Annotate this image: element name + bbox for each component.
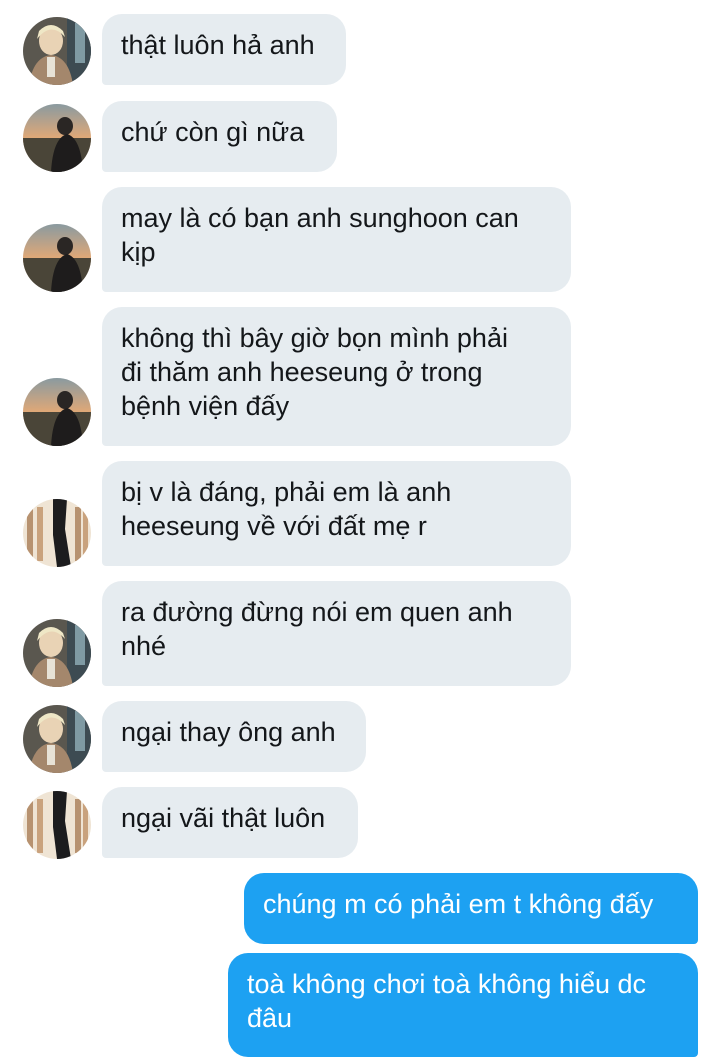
- message-text: không thì bây giờ bọn mình phải: [121, 323, 508, 353]
- message-text: ngại vãi thật luôn: [121, 803, 326, 833]
- avatar-photo-icon: [23, 378, 91, 446]
- message-text: ngại thay ông anh: [121, 717, 336, 747]
- message-bubble[interactable]: may là có bạn anh sunghoon can kịp: [102, 187, 571, 292]
- message-bubble[interactable]: ngại thay ông anh: [102, 701, 366, 772]
- message-bubble[interactable]: bị v là đáng, phải em là anh heeseung về…: [102, 461, 571, 566]
- message-text: nhé: [121, 631, 167, 661]
- message-text: đâu: [247, 1003, 293, 1033]
- message-bubble[interactable]: ngại vãi thật luôn: [102, 787, 358, 858]
- avatar[interactable]: [23, 224, 91, 292]
- avatar-photo-icon: [23, 499, 91, 567]
- message-text: bị v là đáng, phải em là anh: [121, 477, 452, 507]
- avatar[interactable]: [23, 499, 91, 567]
- message-bubble[interactable]: không thì bây giờ bọn mình phải đi thăm …: [102, 307, 571, 446]
- avatar-photo-icon: [23, 791, 91, 859]
- message-bubble[interactable]: chứ còn gì nữa: [102, 101, 337, 172]
- message-text: chúng m có phải em t không đấy: [263, 889, 654, 919]
- message-text: ra đường đừng nói em quen anh: [121, 597, 513, 627]
- avatar[interactable]: [23, 705, 91, 773]
- message-text: toà không chơi toà không hiểu dc: [247, 969, 646, 999]
- message-text: bệnh viện đấy: [121, 391, 290, 421]
- message-bubble[interactable]: ra đường đừng nói em quen anh nhé: [102, 581, 571, 686]
- message-bubble-outgoing[interactable]: toà không chơi toà không hiểu dc đâu: [228, 953, 698, 1057]
- avatar-photo-icon: [23, 619, 91, 687]
- avatar-photo-icon: [23, 17, 91, 85]
- message-text: đi thăm anh heeseung ở trong: [121, 357, 483, 387]
- avatar[interactable]: [23, 619, 91, 687]
- message-text: heeseung về với đất mẹ r: [121, 511, 427, 541]
- avatar-photo-icon: [23, 705, 91, 773]
- message-text: kịp: [121, 237, 156, 267]
- message-text: chứ còn gì nữa: [121, 117, 305, 147]
- avatar[interactable]: [23, 378, 91, 446]
- message-text: thật luôn hả anh: [121, 30, 315, 60]
- avatar[interactable]: [23, 104, 91, 172]
- avatar-photo-icon: [23, 224, 91, 292]
- dm-conversation: { "messages": [ {"direction": "in", "ava…: [0, 0, 719, 1063]
- message-text: may là có bạn anh sunghoon can: [121, 203, 519, 233]
- avatar[interactable]: [23, 791, 91, 859]
- avatar[interactable]: [23, 17, 91, 85]
- message-bubble-outgoing[interactable]: chúng m có phải em t không đấy: [244, 873, 698, 944]
- avatar-photo-icon: [23, 104, 91, 172]
- message-bubble[interactable]: thật luôn hả anh: [102, 14, 346, 85]
